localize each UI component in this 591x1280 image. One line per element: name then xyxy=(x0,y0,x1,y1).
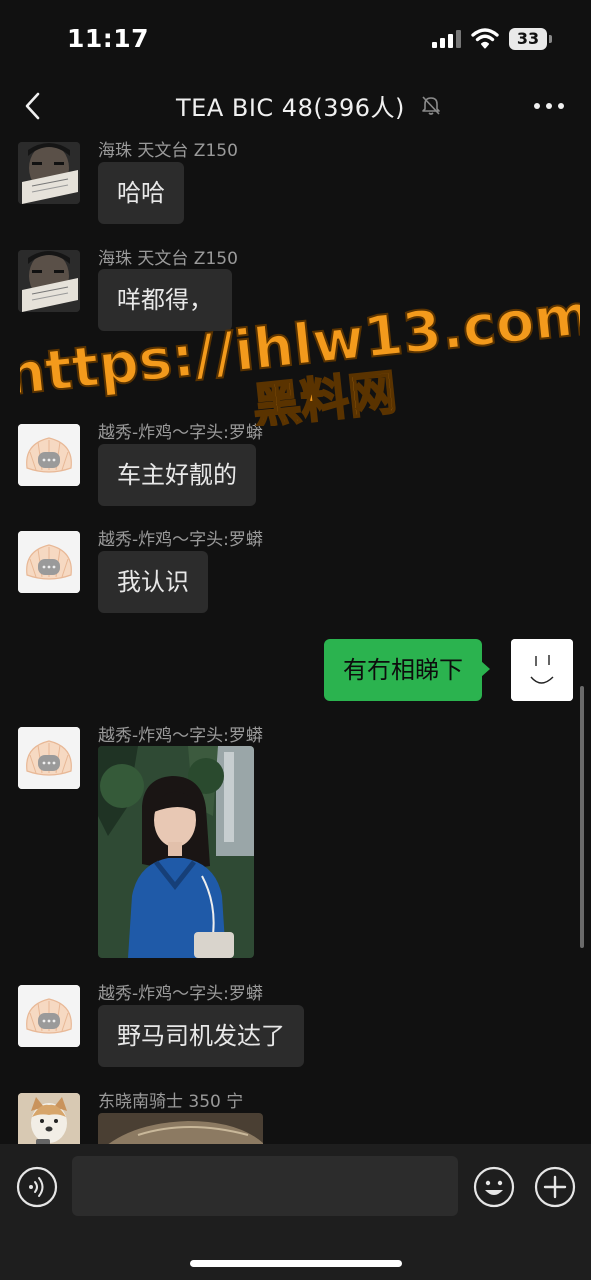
message-bubble[interactable]: 咩都得， xyxy=(98,269,232,331)
sender-name: 海珠 天文台 Z150 xyxy=(98,249,238,269)
chat-title: TEA BIC 48(396人) xyxy=(176,94,405,122)
avatar[interactable] xyxy=(18,424,80,486)
input-bar xyxy=(0,1144,591,1280)
message-input[interactable] xyxy=(72,1156,458,1216)
more-options-icon[interactable] xyxy=(533,102,565,110)
sender-name: 越秀-炸鸡～字头:罗蟒 xyxy=(98,530,263,550)
sender-name: 越秀-炸鸡～字头:罗蟒 xyxy=(98,726,263,746)
battery-level: 33 xyxy=(509,28,547,50)
wifi-icon xyxy=(471,28,499,49)
back-icon[interactable] xyxy=(20,90,46,122)
battery-icon: 33 xyxy=(509,28,553,50)
status-time: 11:17 xyxy=(67,24,150,53)
avatar[interactable] xyxy=(18,142,80,204)
avatar[interactable] xyxy=(18,1093,80,1144)
sender-name: 越秀-炸鸡～字头:罗蟒 xyxy=(98,984,263,1004)
scrollbar[interactable] xyxy=(580,686,584,948)
voice-input-icon[interactable] xyxy=(16,1166,58,1208)
message-bubble[interactable]: 哈哈 xyxy=(98,162,184,224)
avatar[interactable] xyxy=(18,250,80,312)
message-bubble[interactable]: 我认识 xyxy=(98,551,208,613)
avatar[interactable] xyxy=(18,727,80,789)
my-avatar[interactable] xyxy=(511,639,573,701)
outgoing-message-bubble[interactable]: 有冇相睇下 xyxy=(324,639,490,701)
avatar[interactable] xyxy=(18,985,80,1047)
message-bubble[interactable]: 野马司机发达了 xyxy=(98,1005,304,1067)
status-bar: 11:17 33 xyxy=(0,0,591,78)
avatar[interactable] xyxy=(18,531,80,593)
signal-icon xyxy=(432,30,462,48)
photo-message[interactable] xyxy=(98,746,254,958)
home-indicator xyxy=(190,1260,402,1267)
emoji-icon[interactable] xyxy=(473,1166,515,1208)
mute-bell-icon xyxy=(422,96,440,115)
photo-message[interactable] xyxy=(98,1113,263,1144)
message-list[interactable]: 海珠 天文台 Z150 哈哈 海珠 天文台 Z150 咩都得， 越秀-炸鸡～字头… xyxy=(0,134,591,1144)
sender-name: 海珠 天文台 Z150 xyxy=(98,141,238,161)
sender-name: 越秀-炸鸡～字头:罗蟒 xyxy=(98,423,263,443)
plus-icon[interactable] xyxy=(534,1166,576,1208)
sender-name: 东晓南骑士 350 宁 xyxy=(98,1092,244,1112)
nav-bar: TEA BIC 48(396人) xyxy=(0,78,591,134)
message-bubble[interactable]: 车主好靓的 xyxy=(98,444,256,506)
